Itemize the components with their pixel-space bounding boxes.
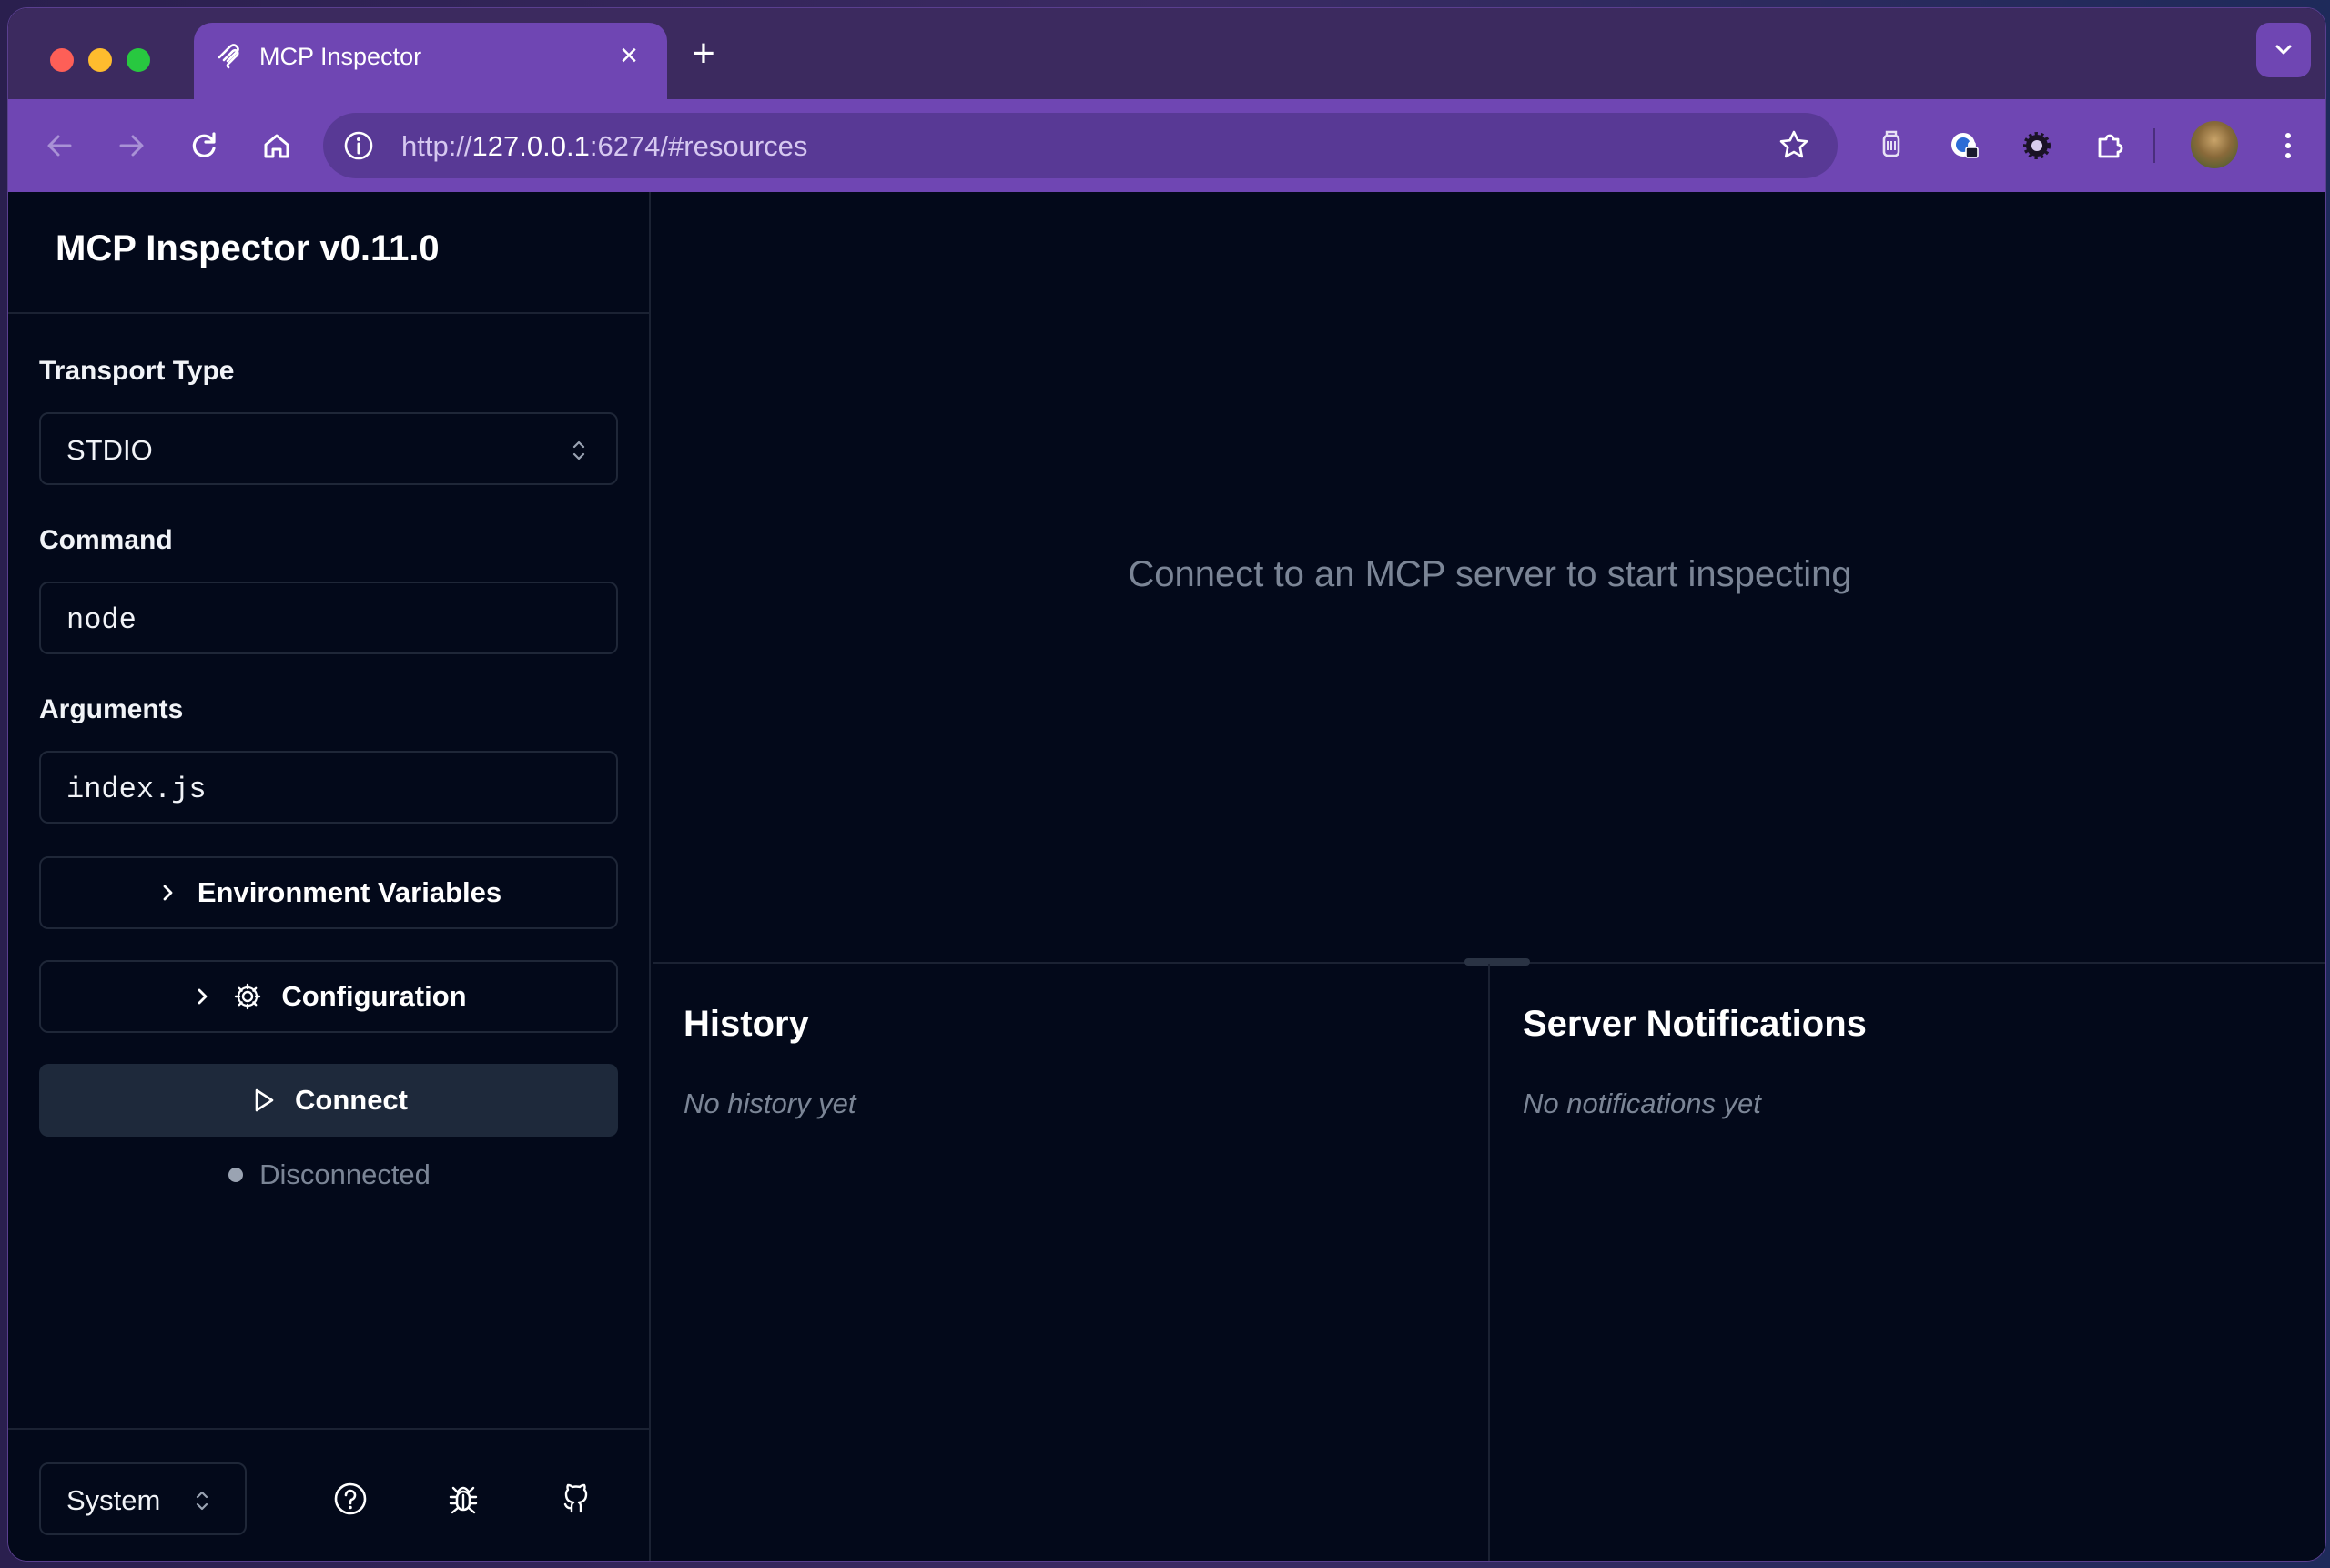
url-text[interactable]: http://127.0.0.1:6274/#resources (401, 130, 807, 163)
kebab-menu-icon (2285, 133, 2291, 158)
connect-button-content: Connect (39, 1064, 618, 1137)
sidebar-header: MCP Inspector v0.11.0 (8, 192, 649, 314)
github-icon (563, 1483, 588, 1513)
connect-button[interactable]: Connect (39, 1064, 618, 1137)
settings-extension-icon (2023, 132, 2051, 159)
extensions-button[interactable] (2087, 123, 2132, 168)
close-window-button[interactable] (50, 48, 74, 72)
chevron-down-icon (2275, 45, 2292, 55)
configuration-button-content: Configuration (41, 962, 616, 1031)
chevron-right-icon (163, 885, 173, 901)
configuration-button[interactable]: Configuration (39, 960, 618, 1033)
connection-status: Disconnected (8, 1157, 651, 1193)
status-indicator-dot (228, 1168, 244, 1182)
environment-variables-label: Environment Variables (197, 876, 502, 908)
arguments-input[interactable]: index.js (39, 751, 618, 824)
url-host: 127.0.0.1 (471, 130, 590, 162)
app-title: MCP Inspector v0.11.0 (56, 228, 440, 268)
sidebar-footer: System (8, 1428, 649, 1561)
tab-strip: MCP Inspector × + (8, 8, 2325, 99)
settings-extension-button[interactable] (2014, 123, 2060, 168)
theme-select[interactable]: System (39, 1462, 247, 1535)
profile-avatar[interactable] (2191, 121, 2238, 168)
home-button[interactable] (254, 123, 299, 168)
select-caret-icon (572, 440, 585, 460)
home-icon (264, 134, 289, 158)
close-tab-icon[interactable]: × (611, 37, 647, 74)
shield-extension-button[interactable] (1869, 123, 1914, 168)
back-button[interactable] (37, 123, 83, 168)
server-notifications-title: Server Notifications (1523, 1004, 1867, 1044)
browser-toolbar: http://127.0.0.1:6274/#resources (8, 99, 2325, 192)
command-value: node (66, 603, 137, 637)
debug-button[interactable] (445, 1481, 481, 1517)
browser-tab-mcp-inspector[interactable]: MCP Inspector × (194, 23, 667, 99)
history-empty-text: No history yet (684, 1087, 856, 1119)
server-notifications-panel: Server Notifications No notifications ye… (1492, 964, 2325, 1561)
toolbar-separator (2153, 128, 2155, 163)
history-title: History (684, 1004, 809, 1044)
notifications-empty-text: No notifications yet (1523, 1087, 1761, 1119)
status-text: Disconnected (259, 1158, 431, 1190)
gear-icon (235, 983, 261, 1010)
browser-menu-button[interactable] (2265, 123, 2311, 168)
bug-icon (449, 1486, 478, 1514)
chevron-right-icon (198, 988, 208, 1005)
connect-label: Connect (295, 1084, 408, 1116)
transport-type-label: Transport Type (39, 356, 235, 386)
play-icon (255, 1088, 274, 1112)
minimize-window-button[interactable] (88, 48, 112, 72)
address-bar[interactable]: http://127.0.0.1:6274/#resources (323, 113, 1838, 178)
main-panel: Connect to an MCP server to start inspec… (653, 192, 2325, 1561)
select-caret-icon (196, 1491, 208, 1511)
url-path: :6274/#resources (589, 130, 808, 162)
password-extension-button[interactable] (1941, 123, 1987, 168)
password-extension-icon (1951, 133, 1979, 158)
arguments-label: Arguments (39, 694, 184, 724)
bookmark-star-icon[interactable] (1776, 127, 1812, 164)
puzzle-extensions-icon (2098, 134, 2123, 158)
mcp-logo-icon (218, 44, 239, 69)
url-scheme: http:// (401, 130, 472, 162)
environment-variables-button-content: Environment Variables (41, 858, 616, 927)
transport-type-select[interactable]: STDIO (39, 412, 618, 485)
history-panel: History No history yet (653, 964, 1490, 1561)
sidebar: MCP Inspector v0.11.0 Transport Type STD… (8, 192, 651, 1561)
connect-placeholder-text: Connect to an MCP server to start inspec… (1128, 554, 1852, 594)
help-button[interactable] (332, 1481, 369, 1517)
zoom-window-button[interactable] (127, 48, 150, 72)
back-icon (47, 135, 72, 157)
reload-icon (192, 132, 216, 157)
tab-title: MCP Inspector (259, 43, 422, 70)
inspector-app: MCP Inspector v0.11.0 Transport Type STD… (8, 192, 2325, 1561)
browser-window: MCP Inspector × + http://127.0.0.1:6274/… (7, 7, 2326, 1562)
reload-button[interactable] (181, 123, 227, 168)
site-info-icon[interactable] (341, 128, 376, 163)
new-tab-button[interactable]: + (684, 34, 724, 74)
environment-variables-button[interactable]: Environment Variables (39, 856, 618, 929)
theme-value: System (66, 1484, 161, 1516)
help-circle-icon (334, 1482, 367, 1515)
github-button[interactable] (558, 1481, 594, 1517)
tab-search-button[interactable] (2256, 23, 2311, 77)
configuration-label: Configuration (281, 980, 467, 1012)
shield-extension-icon (1882, 130, 1900, 157)
transport-type-value: STDIO (66, 434, 153, 466)
arguments-value: index.js (66, 773, 207, 806)
command-input[interactable]: node (39, 582, 618, 654)
forward-button[interactable] (108, 123, 154, 168)
forward-icon (119, 135, 144, 157)
command-label: Command (39, 525, 173, 555)
